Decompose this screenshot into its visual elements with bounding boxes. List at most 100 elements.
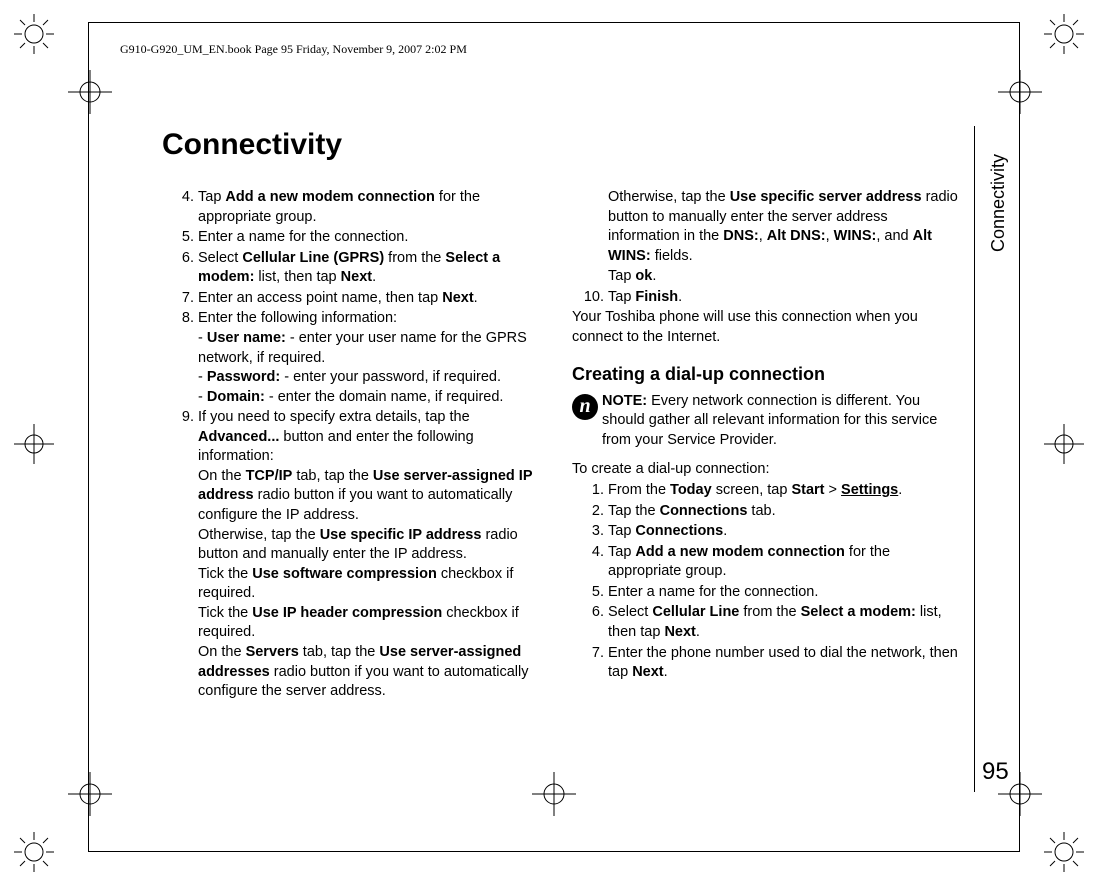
column-right: Otherwise, tap the Use specific server a… xyxy=(572,188,962,703)
side-divider xyxy=(974,126,975,792)
t: - enter your password, if required. xyxy=(280,369,501,385)
dialup-step-6: 6. Select Cellular Line from the Select … xyxy=(572,603,962,642)
step-8-password: - Password: - enter your password, if re… xyxy=(198,368,552,388)
t: On the xyxy=(198,468,246,484)
step-num: 5. xyxy=(162,228,198,248)
t: Use software compression xyxy=(252,566,437,582)
note-text: NOTE: Every network connection is differ… xyxy=(602,392,962,451)
t: . xyxy=(898,482,902,498)
t: Add a new modem connection xyxy=(225,189,434,205)
t: WINS: xyxy=(834,228,877,244)
t: Enter the following information: xyxy=(198,309,552,329)
t: from the xyxy=(739,604,800,620)
t: > xyxy=(825,482,842,498)
t: Next xyxy=(341,269,372,285)
t: list, then tap xyxy=(254,269,340,285)
step-num: 2. xyxy=(572,502,608,522)
reg-mark-br-sun xyxy=(1044,832,1084,872)
t: On the xyxy=(198,644,246,660)
t: Password: xyxy=(207,369,280,385)
step-9-header: Tick the Use IP header compression check… xyxy=(198,604,552,643)
step-num: 7. xyxy=(162,289,198,309)
t: Use IP header compression xyxy=(252,605,442,621)
t: Alt DNS: xyxy=(767,228,826,244)
page-title: Connectivity xyxy=(162,128,342,162)
t: - xyxy=(198,369,207,385)
outro-text: Your Toshiba phone will use this connect… xyxy=(572,308,962,347)
dialup-step-3: 3. Tap Connections. xyxy=(572,522,962,542)
t: fields. xyxy=(651,248,693,264)
step-num: 5. xyxy=(572,583,608,603)
t: Tap xyxy=(198,189,225,205)
step-num: 4. xyxy=(162,188,198,227)
dialup-step-4: 4. Tap Add a new modem connection for th… xyxy=(572,543,962,582)
step-7: 7. Enter an access point name, then tap … xyxy=(162,289,552,309)
dialup-step-5: 5. Enter a name for the connection. xyxy=(572,583,962,603)
step-num: 10. xyxy=(572,288,608,308)
step-num: 1. xyxy=(572,481,608,501)
step-body: Enter a name for the connection. xyxy=(608,583,962,603)
t: screen, tap xyxy=(712,482,792,498)
t: Next xyxy=(664,624,695,640)
t: Tick the xyxy=(198,605,252,621)
dialup-step-7: 7. Enter the phone number used to dial t… xyxy=(572,644,962,683)
step-8: 8. Enter the following information: - Us… xyxy=(162,309,552,407)
reg-mid-right xyxy=(1044,424,1084,464)
t: Select a modem: xyxy=(801,604,916,620)
t: Every network connection is different. Y… xyxy=(602,393,937,448)
t: - enter the domain name, if required. xyxy=(265,389,504,405)
t: ok xyxy=(635,268,652,284)
t: , xyxy=(759,228,767,244)
step-body: Enter an access point name, then tap Nex… xyxy=(198,289,552,309)
dialup-step-1: 1. From the Today screen, tap Start > Se… xyxy=(572,481,962,501)
step-9-tcpip: On the TCP/IP tab, tap the Use server-as… xyxy=(198,467,552,526)
step-body: Tap Add a new modem connection for the a… xyxy=(198,188,552,227)
step-body: Enter the following information: - User … xyxy=(198,309,552,407)
t: Use specific server address xyxy=(730,189,922,205)
column-left: 4. Tap Add a new modem connection for th… xyxy=(162,188,552,703)
t: Otherwise, tap the xyxy=(608,189,730,205)
step-num: 6. xyxy=(572,603,608,642)
step-body: Select Cellular Line (GPRS) from the Sel… xyxy=(198,249,552,288)
t: Add a new modem connection xyxy=(635,544,844,560)
t: Settings xyxy=(841,482,898,498)
step-4: 4. Tap Add a new modem connection for th… xyxy=(162,188,552,227)
t: Finish xyxy=(635,289,678,305)
t: . xyxy=(372,269,376,285)
note-icon: n xyxy=(572,394,598,420)
step-8-user: - User name: - enter your user name for … xyxy=(198,329,552,368)
step-body: Select Cellular Line from the Select a m… xyxy=(608,603,962,642)
t: from the xyxy=(384,250,445,266)
step-num: 3. xyxy=(572,522,608,542)
step-body: Tap the Connections tab. xyxy=(608,502,962,522)
step-body: Enter the phone number used to dial the … xyxy=(608,644,962,683)
reg-mid-left xyxy=(14,424,54,464)
t: - xyxy=(198,389,207,405)
note-box: n NOTE: Every network connection is diff… xyxy=(572,392,962,451)
reg-mark-bl-sun xyxy=(14,832,54,872)
t: Tick the xyxy=(198,566,252,582)
t: Tap xyxy=(608,544,635,560)
crop-tl xyxy=(68,70,112,114)
step-9-servers: On the Servers tab, tap the Use server-a… xyxy=(198,643,552,702)
t: Cellular Line (GPRS) xyxy=(242,250,384,266)
t: Tap xyxy=(608,268,635,284)
step-9: 9. If you need to specify extra details,… xyxy=(162,408,552,701)
step-10: 10. Tap Finish. xyxy=(572,288,962,308)
step-body: Enter a name for the connection. xyxy=(198,228,552,248)
step-body: From the Today screen, tap Start > Setti… xyxy=(608,481,962,501)
step-num: 9. xyxy=(162,408,198,701)
t: DNS: xyxy=(723,228,758,244)
reg-mark-tr-sun xyxy=(1044,14,1084,54)
crop-tr xyxy=(998,70,1042,114)
t: From the xyxy=(608,482,670,498)
t: Connections xyxy=(660,503,748,519)
step-9-cont-otherwise: Otherwise, tap the Use specific server a… xyxy=(608,188,962,266)
t: Today xyxy=(670,482,712,498)
reg-mark-tl-sun xyxy=(14,14,54,54)
t: tab. xyxy=(747,503,775,519)
step-5: 5. Enter a name for the connection. xyxy=(162,228,552,248)
step-9-soft: Tick the Use software compression checkb… xyxy=(198,565,552,604)
t: TCP/IP xyxy=(246,468,293,484)
t: - xyxy=(198,330,207,346)
